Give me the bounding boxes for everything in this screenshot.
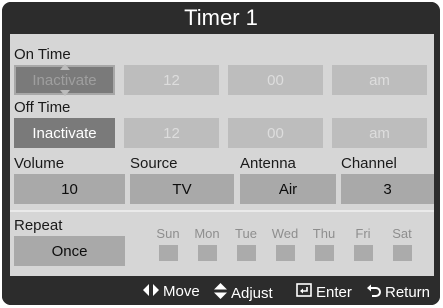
day-label-tue: Tue [235, 226, 257, 241]
return-hint: Return [367, 283, 430, 301]
timer-settings-panel: On Time Inactivate 12 00 am Off Time Ina… [10, 34, 434, 276]
day-checkbox-thu[interactable] [315, 245, 334, 261]
return-hint-label: Return [385, 283, 431, 301]
left-right-arrows-icon [143, 283, 159, 300]
off-time-ampm-field[interactable]: am [332, 118, 427, 148]
move-hint: Move [143, 283, 200, 300]
button-guide-bar: Move Adjust Enter Return [2, 276, 440, 305]
off-time-activation-selector[interactable]: Inactivate [14, 118, 115, 148]
adjust-hint-label: Adjust [231, 284, 273, 302]
day-label-sat: Sat [392, 226, 412, 241]
increase-arrow-icon [59, 64, 70, 70]
move-hint-label: Move [163, 283, 200, 300]
on-time-activation-value: Inactivate [32, 72, 97, 89]
enter-hint: Enter [296, 283, 352, 301]
day-label-wed: Wed [271, 226, 299, 241]
on-time-label: On Time [14, 46, 71, 63]
return-icon [367, 283, 381, 301]
adjust-hint: Adjust [214, 283, 273, 303]
enter-icon [296, 283, 312, 301]
channel-label: Channel [341, 155, 397, 172]
repeat-label: Repeat [14, 217, 63, 234]
on-time-hour-field[interactable]: 12 [124, 65, 219, 95]
source-field[interactable]: TV [130, 174, 234, 204]
day-checkbox-fri[interactable] [354, 245, 373, 261]
day-checkbox-mon[interactable] [198, 245, 217, 261]
antenna-field[interactable]: Air [240, 174, 336, 204]
volume-label: Volume [14, 155, 65, 172]
decrease-arrow-icon [59, 90, 70, 96]
day-checkbox-tue[interactable] [237, 245, 256, 261]
source-label: Source [130, 155, 178, 172]
off-time-minute-field[interactable]: 00 [228, 118, 323, 148]
day-checkbox-sun[interactable] [159, 245, 178, 261]
section-divider [10, 210, 434, 212]
antenna-label: Antenna [240, 155, 296, 172]
off-time-hour-field[interactable]: 12 [124, 118, 219, 148]
on-time-minute-field[interactable]: 00 [228, 65, 323, 95]
day-checkbox-sat[interactable] [393, 245, 412, 261]
day-checkbox-wed[interactable] [276, 245, 295, 261]
on-time-ampm-field[interactable]: am [332, 65, 427, 95]
off-time-label: Off Time [14, 99, 71, 116]
day-label-thu: Thu [312, 226, 336, 241]
day-label-sun: Sun [156, 226, 180, 241]
day-label-mon: Mon [194, 226, 220, 241]
volume-field[interactable]: 10 [14, 174, 125, 204]
up-down-arrows-icon [214, 283, 227, 303]
channel-field[interactable]: 3 [341, 174, 434, 204]
enter-hint-label: Enter [316, 283, 352, 301]
day-label-fri: Fri [355, 226, 371, 241]
dialog-title: Timer 1 [2, 2, 440, 32]
repeat-field[interactable]: Once [14, 236, 125, 266]
on-time-activation-selector[interactable]: Inactivate [14, 64, 115, 96]
timer-dialog: Timer 1 On Time Inactivate 12 00 am Off … [2, 2, 440, 305]
